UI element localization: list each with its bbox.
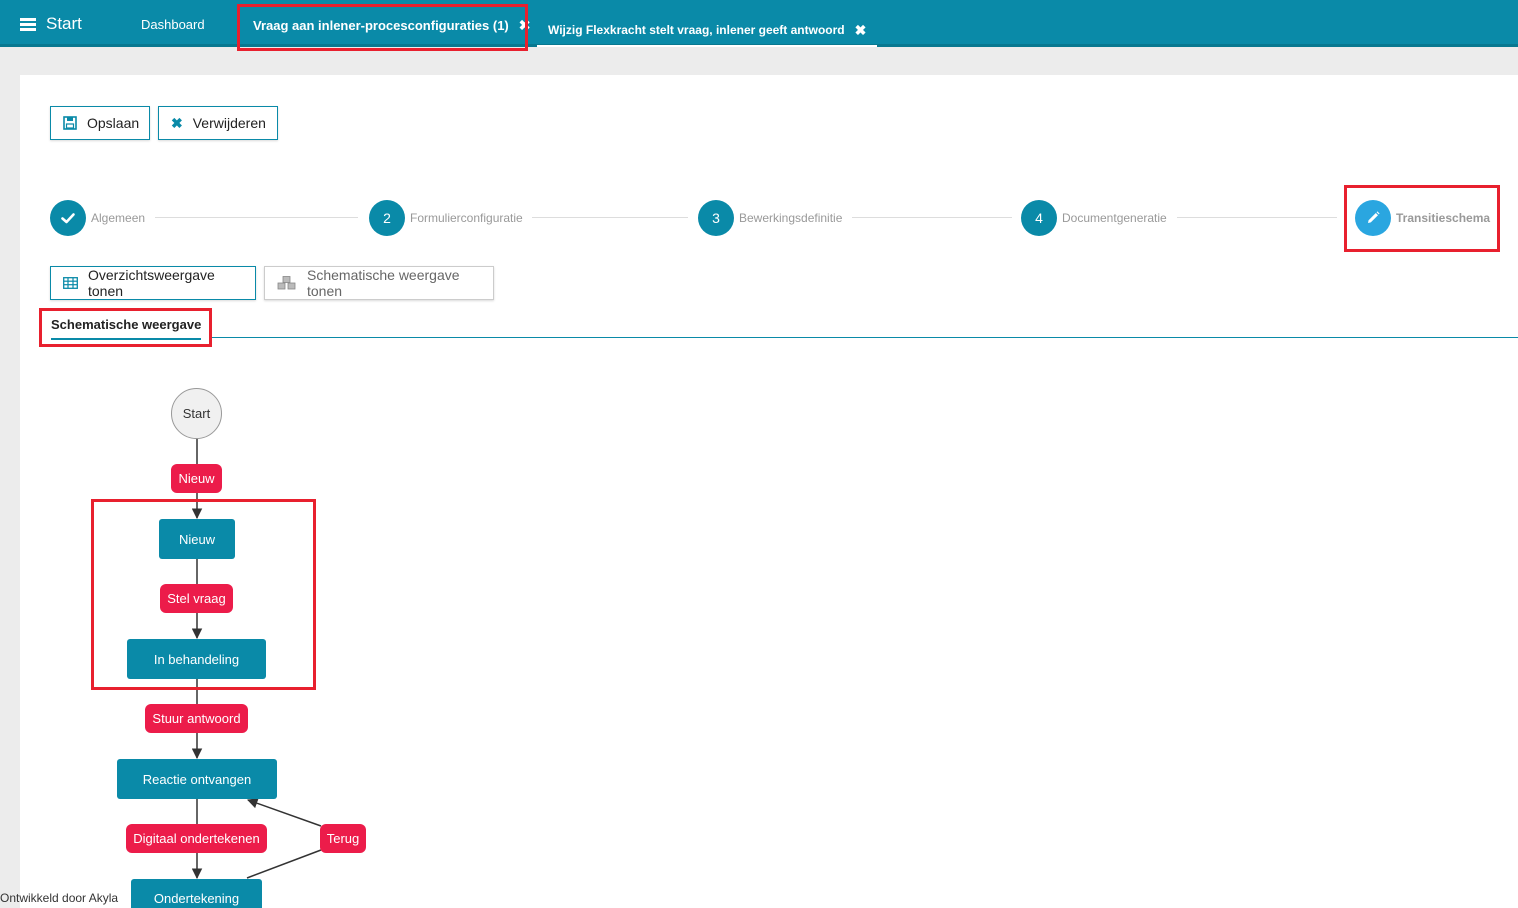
state-reactie-ontvangen[interactable]: Reactie ontvangen [117, 759, 277, 799]
state-ondertekening[interactable]: Ondertekening [131, 879, 262, 908]
transition-digitaal-ondertekenen[interactable]: Digitaal ondertekenen [126, 824, 267, 853]
highlight-box-diagram [91, 499, 316, 690]
transition-nieuw[interactable]: Nieuw [171, 464, 222, 493]
transition-terug[interactable]: Terug [320, 824, 366, 853]
diagram-start-node[interactable]: Start [171, 388, 222, 439]
transition-stuur-antwoord[interactable]: Stuur antwoord [145, 704, 248, 733]
footer-credit: Ontwikkeld door Akyla [0, 891, 119, 905]
